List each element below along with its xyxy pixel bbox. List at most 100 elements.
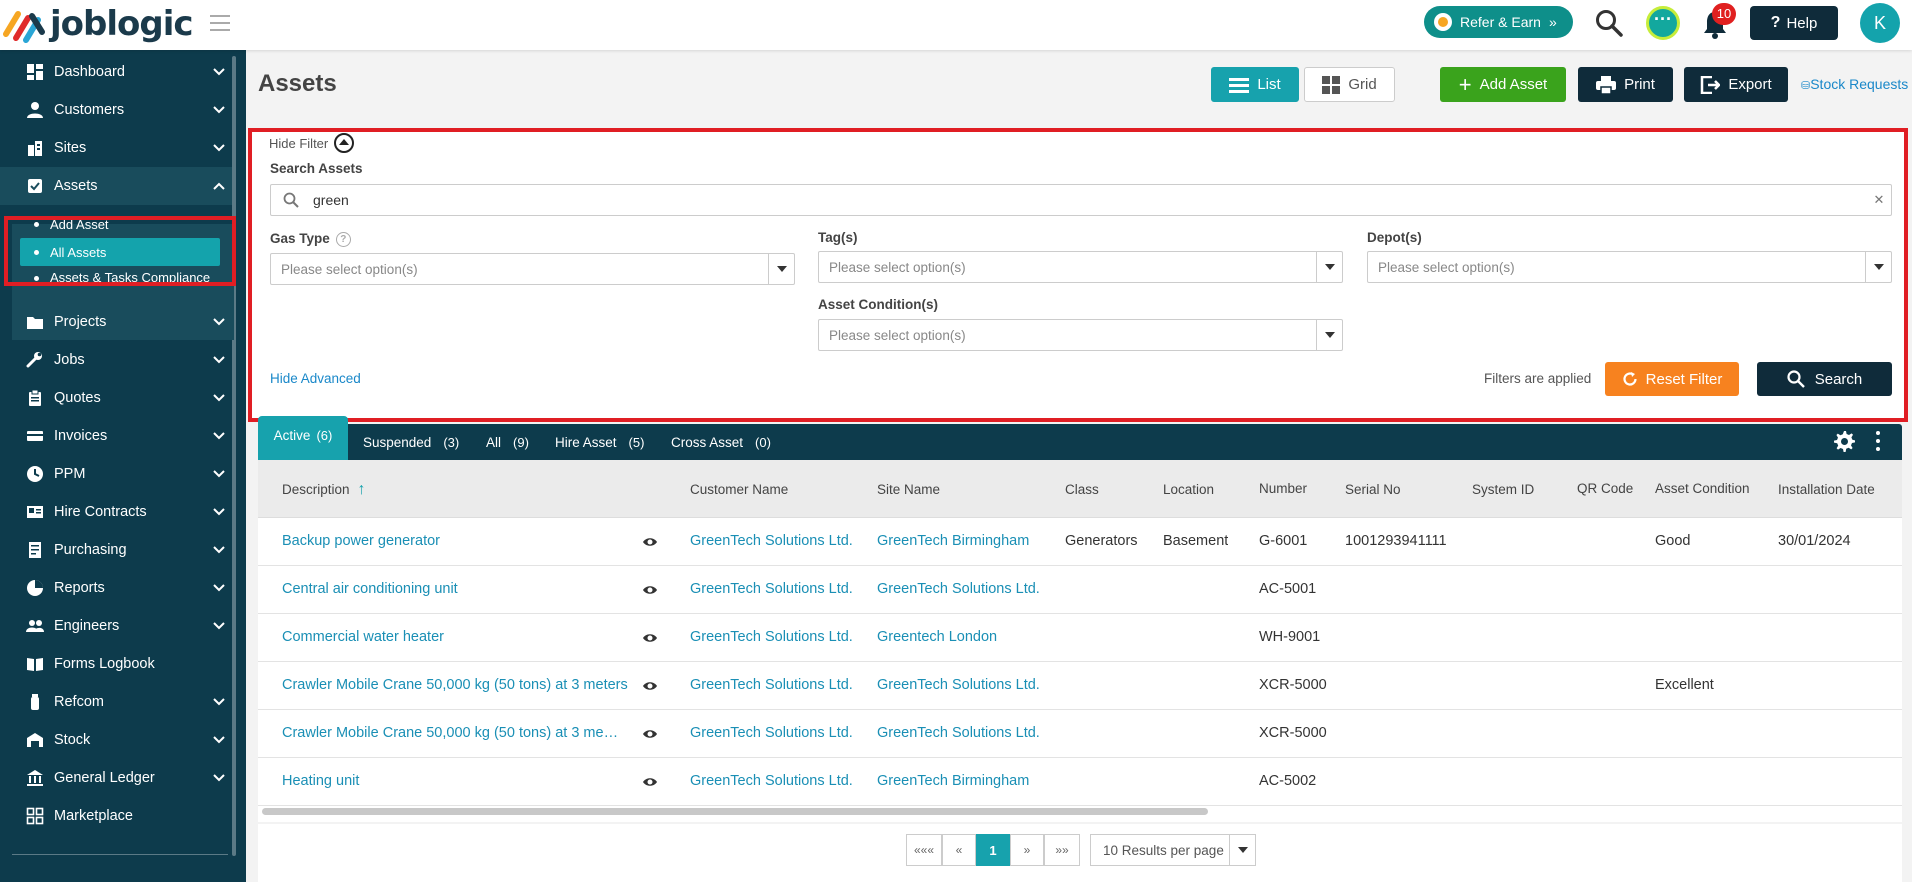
- tab-suspended[interactable]: Suspended (3): [363, 424, 459, 460]
- cell-description[interactable]: Crawler Mobile Crane 50,000 kg (50 tons)…: [282, 677, 632, 693]
- table-row[interactable]: Crawler Mobile Crane 50,000 kg (50 tons)…: [258, 662, 1902, 710]
- cell-site[interactable]: GreenTech Solutions Ltd.: [877, 677, 1040, 693]
- hide-advanced-link[interactable]: Hide Advanced: [270, 371, 361, 386]
- prev-page-button[interactable]: «: [942, 834, 976, 866]
- sidebar-item-assets[interactable]: Assets: [0, 167, 232, 205]
- page-1-button[interactable]: 1: [976, 834, 1010, 866]
- export-button[interactable]: Export: [1684, 67, 1788, 102]
- sidebar-item-reports[interactable]: Reports: [0, 569, 232, 607]
- column-header-qr-code[interactable]: QR Code: [1577, 481, 1633, 496]
- sidebar-item-dashboard[interactable]: Dashboard: [0, 53, 232, 91]
- help-icon[interactable]: ?: [335, 231, 351, 247]
- sidebar-item-ppm[interactable]: PPM: [0, 455, 232, 493]
- sidebar-item-projects[interactable]: Projects: [0, 303, 232, 341]
- chat-icon[interactable]: ···: [1646, 6, 1680, 40]
- sidebar-item-engineers[interactable]: Engineers: [0, 607, 232, 645]
- reset-filter-button[interactable]: Reset Filter: [1605, 362, 1739, 396]
- clear-icon[interactable]: ✕: [1867, 192, 1891, 208]
- avatar[interactable]: K: [1860, 3, 1900, 43]
- sidebar-item-jobs[interactable]: Jobs: [0, 341, 232, 379]
- tab-hire-asset[interactable]: Hire Asset (5): [555, 424, 644, 460]
- list-view-button[interactable]: List: [1211, 67, 1299, 102]
- search-assets-input[interactable]: [313, 192, 1867, 208]
- search-icon[interactable]: [1594, 8, 1624, 38]
- cell-customer[interactable]: GreenTech Solutions Ltd.: [690, 629, 853, 645]
- tab-active[interactable]: Active (6): [258, 416, 348, 460]
- column-header-system-id[interactable]: System ID: [1472, 482, 1534, 497]
- table-row[interactable]: Backup power generator GreenTech Solutio…: [258, 518, 1902, 566]
- sidebar-item-quotes[interactable]: Quotes: [0, 379, 232, 417]
- table-row[interactable]: Heating unit GreenTech Solutions Ltd. Gr…: [258, 758, 1902, 806]
- column-header-customer-name[interactable]: Customer Name: [690, 482, 788, 497]
- column-header-site-name[interactable]: Site Name: [877, 482, 940, 497]
- sidebar-item-refcom[interactable]: Refcom: [0, 683, 232, 721]
- cell-description[interactable]: Crawler Mobile Crane 50,000 kg (50 tons)…: [282, 725, 622, 741]
- cell-customer[interactable]: GreenTech Solutions Ltd.: [690, 773, 853, 789]
- tab-all[interactable]: All (9): [486, 424, 529, 460]
- hide-filter-toggle[interactable]: Hide Filter: [269, 133, 355, 153]
- help-button[interactable]: ? Help: [1750, 6, 1838, 40]
- sidebar-item-invoices[interactable]: Invoices: [0, 417, 232, 455]
- column-header-installation-date[interactable]: Installation Date: [1778, 482, 1875, 497]
- depots-select[interactable]: Please select option(s): [1367, 251, 1892, 283]
- column-header-class[interactable]: Class: [1065, 482, 1099, 497]
- cell-site[interactable]: GreenTech Birmingham: [877, 773, 1029, 789]
- cell-description[interactable]: Backup power generator: [282, 533, 632, 549]
- eye-icon[interactable]: [642, 775, 658, 789]
- grid-view-button[interactable]: Grid: [1304, 67, 1395, 102]
- add-asset-button[interactable]: + Add Asset: [1440, 67, 1566, 102]
- table-row[interactable]: Commercial water heater GreenTech Soluti…: [258, 614, 1902, 662]
- cell-description[interactable]: Commercial water heater: [282, 629, 632, 645]
- sidebar-item-hire-contracts[interactable]: Hire Contracts: [0, 493, 232, 531]
- sidebar-item-forms-logbook[interactable]: Forms Logbook: [0, 645, 232, 683]
- table-row[interactable]: Crawler Mobile Crane 50,000 kg (50 tons)…: [258, 710, 1902, 758]
- cell-description[interactable]: Heating unit: [282, 773, 632, 789]
- cell-site[interactable]: Greentech London: [877, 629, 997, 645]
- table-row[interactable]: Central air conditioning unit GreenTech …: [258, 566, 1902, 614]
- horizontal-scrollbar[interactable]: [262, 808, 1208, 815]
- next-page-button[interactable]: »: [1010, 834, 1044, 866]
- cell-site[interactable]: GreenTech Solutions Ltd.: [877, 581, 1040, 597]
- cell-site[interactable]: GreenTech Birmingham: [877, 533, 1029, 549]
- last-page-button[interactable]: »»: [1044, 834, 1080, 866]
- column-header-location[interactable]: Location: [1163, 482, 1214, 497]
- results-per-page-select[interactable]: 10 Results per page: [1090, 834, 1256, 866]
- sidebar-item-general-ledger[interactable]: General Ledger: [0, 759, 232, 797]
- column-header-number[interactable]: Number: [1259, 481, 1307, 496]
- column-header-description[interactable]: Description ↑: [282, 482, 366, 498]
- gear-icon[interactable]: [1832, 429, 1856, 453]
- tags-select[interactable]: Please select option(s): [818, 251, 1343, 283]
- first-page-button[interactable]: «««: [906, 834, 942, 866]
- eye-icon[interactable]: [642, 583, 658, 597]
- sidebar-item-customers[interactable]: Customers: [0, 91, 232, 129]
- cell-customer[interactable]: GreenTech Solutions Ltd.: [690, 533, 853, 549]
- column-header-asset-condition[interactable]: Asset Condition: [1655, 481, 1750, 496]
- logo[interactable]: joblogic: [2, 4, 194, 44]
- column-header-serial-no[interactable]: Serial No: [1345, 482, 1401, 497]
- sidebar-item-purchasing[interactable]: Purchasing: [0, 531, 232, 569]
- cell-customer[interactable]: GreenTech Solutions Ltd.: [690, 677, 853, 693]
- cell-site[interactable]: GreenTech Solutions Ltd.: [877, 725, 1040, 741]
- asset-condition-select[interactable]: Please select option(s): [818, 319, 1343, 351]
- refer-earn-button[interactable]: Refer & Earn »: [1424, 6, 1573, 38]
- eye-icon[interactable]: [642, 679, 658, 693]
- sidebar-item-marketplace[interactable]: Marketplace: [0, 797, 232, 835]
- menu-toggle-icon[interactable]: [210, 15, 230, 31]
- sidebar-item-sites[interactable]: Sites: [0, 129, 232, 167]
- more-options-icon[interactable]: [1872, 431, 1884, 451]
- tab-cross-asset[interactable]: Cross Asset (0): [671, 424, 771, 460]
- sidebar-item-stock[interactable]: Stock: [0, 721, 232, 759]
- eye-icon[interactable]: [642, 631, 658, 645]
- eye-icon[interactable]: [642, 727, 658, 741]
- stock-requests-link[interactable]: ⛁Stock Requests: [1801, 76, 1908, 92]
- eye-icon[interactable]: [642, 535, 658, 549]
- cell-customer[interactable]: GreenTech Solutions Ltd.: [690, 725, 853, 741]
- search-assets-field[interactable]: ✕: [270, 184, 1892, 216]
- cell-description[interactable]: Central air conditioning unit: [282, 581, 632, 597]
- cell-customer[interactable]: GreenTech Solutions Ltd.: [690, 581, 853, 597]
- search-button[interactable]: Search: [1757, 362, 1892, 396]
- sidebar-scrollbar[interactable]: [232, 56, 236, 856]
- grid-view-label: Grid: [1348, 76, 1377, 93]
- gas-type-select[interactable]: Please select option(s): [270, 253, 795, 285]
- print-button[interactable]: Print: [1578, 67, 1673, 102]
